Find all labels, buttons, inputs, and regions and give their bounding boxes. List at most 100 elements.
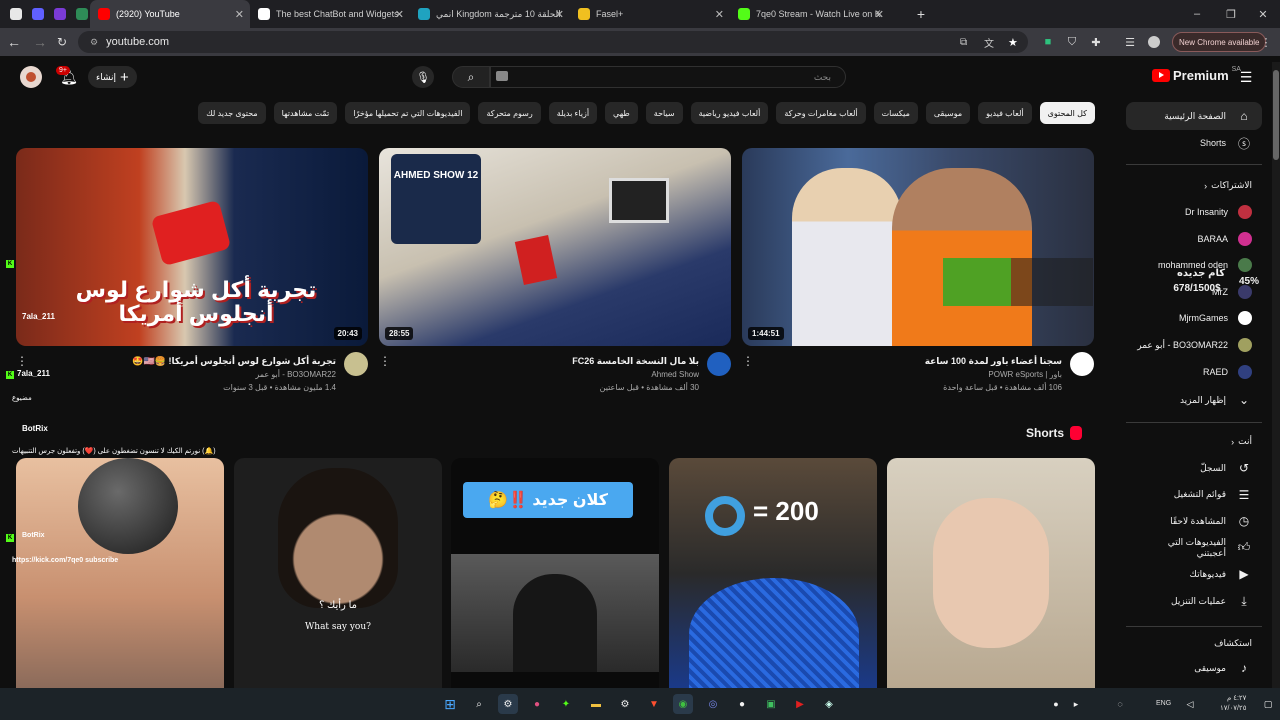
forward-icon[interactable]: → [30, 32, 50, 52]
kick-app-icon[interactable]: ✦ [556, 694, 576, 714]
video-thumbnail[interactable]: 1:44:51 [742, 148, 1094, 346]
settings-icon[interactable]: ⚙ [615, 694, 635, 714]
short-card-2[interactable]: ما رأيك ؟ What say you? [234, 458, 442, 690]
channel-name[interactable]: BO3OMAR22 - أبو عمر [255, 370, 336, 379]
short-card-1[interactable] [16, 458, 224, 690]
keyboard-icon[interactable] [496, 71, 508, 81]
video-thumbnail[interactable]: AHMED SHOW 12 28:55 [379, 148, 731, 346]
gear-icon[interactable]: ⚙ [498, 694, 518, 714]
app-icon[interactable]: ● [527, 694, 547, 714]
new-chrome-available-button[interactable]: New Chrome available [1172, 32, 1267, 52]
filter-chip[interactable]: طهي [605, 102, 638, 124]
sidebar-subscription-item[interactable]: MrZ [1126, 280, 1262, 304]
discord-icon[interactable]: ◎ [703, 694, 723, 714]
browser-tab[interactable] [68, 0, 90, 28]
browser-tab[interactable]: The best ChatBot and Widgets ✕ [250, 0, 410, 28]
reload-icon[interactable]: ↻ [52, 32, 72, 52]
more-actions-icon[interactable]: ⋮ [16, 354, 28, 368]
search-icon[interactable]: ⌕ [469, 694, 489, 714]
tab-close-icon[interactable]: ✕ [395, 8, 404, 21]
shield-icon[interactable]: ⛉ [1064, 34, 1080, 50]
browser-tab[interactable] [2, 0, 24, 28]
browser-tab[interactable]: انمي Kingdom الحلقة 10 مترجمة ✕ [410, 0, 570, 28]
filter-chip[interactable]: كل المحتوى [1039, 102, 1095, 124]
terminal-icon[interactable]: ▣ [761, 694, 781, 714]
sidebar-item-you[interactable]: 👍︎ الفيديوهات التي أعجبتني [1126, 536, 1262, 560]
site-info-icon[interactable]: ⚙ [90, 37, 98, 48]
browser-tab[interactable] [24, 0, 46, 28]
minimize-button[interactable]: – [1180, 0, 1214, 28]
address-bar[interactable]: ⚙ youtube.com ⧉ 文 ★ [78, 31, 1028, 53]
puzzle-icon[interactable]: ✚ [1088, 34, 1104, 50]
tray-icon[interactable]: ● [1046, 694, 1066, 714]
tab-close-icon[interactable]: ✕ [715, 8, 724, 21]
new-tab-button[interactable]: + [912, 5, 930, 23]
close-window-button[interactable]: ✕ [1246, 0, 1280, 28]
voice-search-mic-icon[interactable]: 🎙︎ [412, 66, 434, 88]
media-control-icon[interactable]: ☰ [1122, 34, 1138, 50]
sidebar-item-you[interactable]: ☰ قوائم التشغيل [1126, 483, 1262, 507]
show-more-button[interactable]: ⌄ إظهار المزيد [1126, 386, 1262, 414]
browser-tab[interactable] [46, 0, 68, 28]
media-player-icon[interactable]: ▶ [790, 694, 810, 714]
video-title[interactable]: بلا مال النسخة الخامسة FC26 [409, 355, 699, 367]
tab-close-icon[interactable]: ✕ [235, 8, 244, 21]
short-card-5[interactable] [887, 458, 1095, 690]
youtube-premium-logo[interactable]: Premium SA [1152, 66, 1241, 83]
sidebar-subscription-item[interactable]: Dr Insanity [1126, 200, 1262, 224]
channel-name[interactable]: Ahmed Show [651, 370, 699, 379]
notification-center-icon[interactable]: ▢ [1258, 694, 1278, 714]
filter-chip[interactable]: ميكسات [873, 102, 918, 124]
restore-button[interactable]: ❐ [1214, 0, 1248, 28]
volume-icon[interactable]: ◁ [1180, 694, 1200, 714]
video-title[interactable]: سجنا أعضاء باور لمدة 100 ساعة [772, 355, 1062, 367]
chrome-icon[interactable]: ◉ [673, 694, 693, 714]
menu-kebab-icon[interactable]: ⋮ [1258, 34, 1274, 50]
brave-browser-icon[interactable]: ▼ [644, 694, 664, 714]
create-button[interactable]: إنشاء + [88, 66, 137, 88]
sidebar-subscription-item[interactable]: mohammed oden [1126, 253, 1262, 277]
folder-icon[interactable]: ▬ [586, 694, 606, 714]
channel-avatar[interactable] [707, 352, 731, 376]
sidebar-item-you[interactable]: ▶ فيديوهاتك [1126, 562, 1262, 586]
filter-chip[interactable]: ألعاب فيديو [978, 102, 1032, 124]
sidebar-subscription-item[interactable]: BARAA [1126, 227, 1262, 251]
search-button[interactable]: ⌕ [452, 66, 490, 88]
filter-chip[interactable]: ألعاب مغامرات وحركة [776, 102, 866, 124]
sidebar-item-you[interactable]: ◷ المشاهدة لاحقًا [1126, 509, 1262, 533]
obs-icon[interactable]: ● [732, 694, 752, 714]
sidebar-item-you[interactable]: ⤓ عمليات التنزيل [1126, 589, 1262, 613]
subscriptions-header[interactable]: الاشتراكات ‹ [1126, 180, 1262, 191]
tab-close-icon[interactable]: ✕ [875, 8, 884, 21]
filter-chip[interactable]: رسوم متحركة [478, 102, 541, 124]
extension-icon[interactable]: ■ [1040, 34, 1056, 50]
video-card-2[interactable]: AHMED SHOW 12 28:55 بلا مال النسخة الخام… [379, 148, 731, 400]
back-icon[interactable]: ← [4, 32, 24, 52]
install-app-icon[interactable]: ⧉ [960, 37, 967, 48]
tab-close-icon[interactable]: ✕ [555, 8, 564, 21]
filter-chip[interactable]: محتوى جديد لك [198, 102, 266, 124]
sidebar-subscription-item[interactable]: RAED [1126, 360, 1262, 384]
tray-arrow-icon[interactable]: ▸ [1066, 694, 1086, 714]
browser-tab[interactable]: Fasel+ ✕ [570, 0, 730, 28]
profile-avatar-icon[interactable] [1146, 34, 1162, 50]
video-title[interactable]: تجربة أكل شوارع لوس أنجلوس أمريكا! 🍔🇺🇸🤩 [46, 355, 336, 367]
filter-chip[interactable]: أزياء بديلة [548, 102, 598, 124]
search-input[interactable]: بحث [490, 66, 846, 88]
sidebar-item-music[interactable]: ♪ موسيقى [1126, 654, 1262, 682]
channel-avatar[interactable] [1070, 352, 1094, 376]
input-language[interactable]: ENG [1156, 700, 1171, 707]
filter-chip[interactable]: ألعاب فيديو رياضية [690, 102, 769, 124]
sidebar-item-home[interactable]: ⌂ الصفحة الرئيسية [1126, 102, 1262, 130]
filter-chip[interactable]: الفيديوهات التي تم تحميلها مؤخرًا [345, 102, 471, 124]
channel-name[interactable]: باور | POWR eSports [988, 370, 1062, 379]
tray-network-icon[interactable]: ◌ [1110, 694, 1130, 714]
you-header[interactable]: أنت ‹ [1126, 436, 1262, 447]
browser-tab[interactable]: 7qe0 Stream - Watch Live on K ✕ [730, 0, 890, 28]
sidebar-subscription-item[interactable]: BO3OMAR22 - أبو عمر [1126, 333, 1262, 357]
filter-chip[interactable]: تمّت مشاهدتها [273, 102, 338, 124]
browser-tab[interactable]: (2920) YouTube ✕ [90, 0, 250, 28]
more-actions-icon[interactable]: ⋮ [742, 354, 754, 368]
bookmark-star-icon[interactable]: ★ [1008, 36, 1018, 49]
short-card-4[interactable]: = 200 [669, 458, 877, 690]
